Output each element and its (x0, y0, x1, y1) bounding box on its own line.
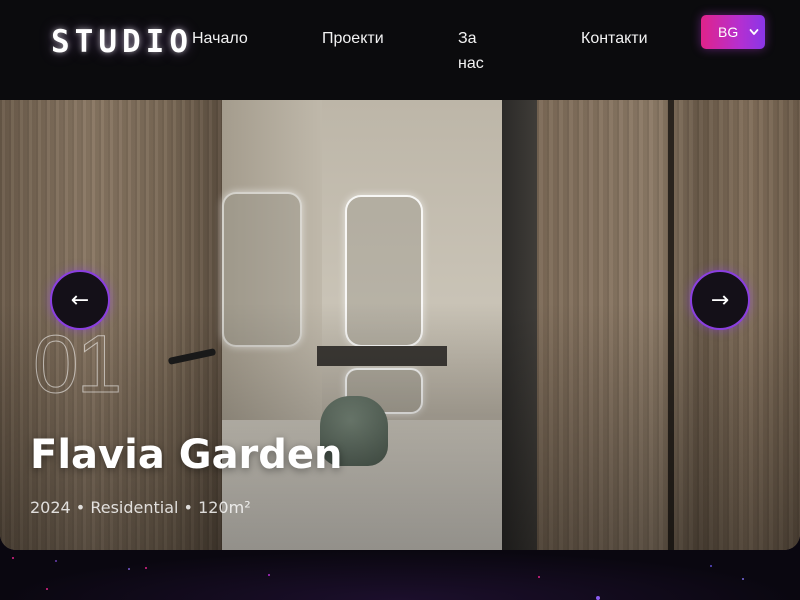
site-header: STUDIO Начало Проекти За нас Контакти BG (0, 0, 800, 100)
arrow-right-icon: → (710, 287, 730, 313)
slider-next-button[interactable]: → (690, 270, 750, 330)
studio-logo[interactable]: STUDIO (51, 24, 193, 60)
language-select[interactable]: BG (701, 15, 765, 49)
project-meta: 2024 • Residential • 120m² (30, 498, 251, 517)
language-select-value: BG (718, 24, 739, 40)
particle-dot (596, 596, 600, 600)
nav-link-projects[interactable]: Проекти (322, 26, 384, 51)
particle-dot (128, 568, 130, 570)
nav-link-about[interactable]: За нас (458, 26, 498, 76)
particle-dot (55, 560, 57, 562)
particle-dot (710, 565, 712, 567)
nav-link-home[interactable]: Начало (192, 26, 248, 51)
particle-dot (268, 574, 270, 576)
project-title: Flavia Garden (30, 432, 343, 478)
particle-dot (538, 576, 540, 578)
particle-dot (46, 588, 48, 590)
particle-dot (12, 557, 14, 559)
particle-dot (145, 567, 147, 569)
nav-link-contacts[interactable]: Контакти (581, 26, 648, 51)
slider-prev-button[interactable]: ← (50, 270, 110, 330)
slide-number: 01 (32, 319, 122, 410)
arrow-left-icon: ← (70, 287, 90, 313)
particle-background (0, 550, 800, 600)
chevron-down-icon (749, 29, 759, 35)
particle-dot (742, 578, 744, 580)
